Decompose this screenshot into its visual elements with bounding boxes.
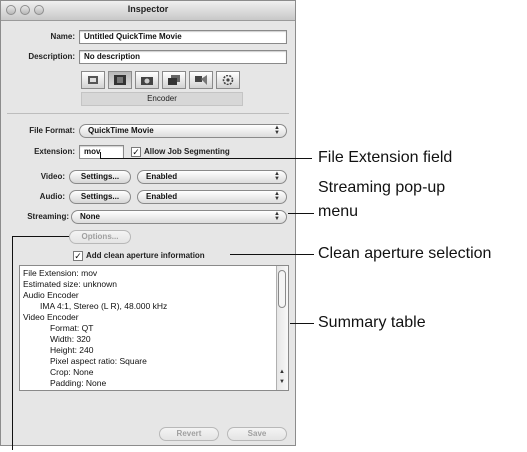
callout-streaming-line1: Streaming pop-up	[318, 179, 446, 196]
file-format-popup[interactable]: QuickTime Movie ▲ ▼	[79, 124, 287, 138]
callout-line-summary	[290, 323, 314, 324]
callout-line-options	[12, 236, 69, 237]
callout-streaming-line2: menu	[318, 203, 359, 220]
callout-line-file-extension	[100, 158, 312, 159]
description-label: Description:	[28, 52, 75, 61]
popup-arrows-icon: ▲ ▼	[274, 171, 280, 182]
revert-button[interactable]: Revert	[159, 427, 219, 441]
summary-line: IMA 4:1, Stereo (L R), 48.000 kHz	[40, 301, 168, 311]
scroll-thumb[interactable]	[278, 270, 286, 308]
film-tab-icon[interactable]	[108, 71, 132, 89]
name-field[interactable]: Untitled QuickTime Movie	[79, 30, 287, 44]
callout-line-options-vertical	[12, 236, 13, 450]
streaming-popup[interactable]: None ▲ ▼	[71, 210, 287, 224]
divider	[7, 113, 289, 114]
audio-state-value: Enabled	[146, 192, 178, 201]
save-button[interactable]: Save	[227, 427, 287, 441]
name-label: Name:	[50, 32, 75, 41]
callout-summary-table: Summary table	[318, 314, 426, 331]
allow-segmenting-checkbox[interactable]: ✓	[131, 147, 141, 157]
gear-tab-icon[interactable]	[216, 71, 240, 89]
summary-table[interactable]: File Extension: mov Estimated size: unkn…	[19, 265, 289, 391]
options-button[interactable]: Options...	[69, 230, 131, 244]
callout-tick-file-extension	[100, 152, 101, 159]
encoder-section-label: Encoder	[81, 92, 243, 106]
callout-file-extension: File Extension field	[318, 149, 453, 166]
scroll-down-icon[interactable]: ▼	[279, 379, 285, 385]
extension-label: Extension:	[34, 147, 75, 156]
general-tab-icon[interactable]	[81, 71, 105, 89]
summary-scrollbar[interactable]: ▲ ▼	[276, 266, 288, 390]
video-state-value: Enabled	[146, 172, 178, 181]
summary-line: Padding: None	[50, 378, 107, 388]
callout-line-clean-aperture	[230, 254, 314, 255]
summary-line: Height: 240	[50, 345, 94, 355]
video-settings-button[interactable]: Settings...	[69, 170, 131, 184]
summary-line: Crop: None	[50, 367, 94, 377]
description-field[interactable]: No description	[79, 50, 287, 64]
title-bar[interactable]: Inspector	[1, 1, 295, 21]
summary-line: Pixel aspect ratio: Square	[50, 356, 147, 366]
summary-line: Width: 320	[50, 334, 91, 344]
camera-tab-icon[interactable]	[135, 71, 159, 89]
callout-line-streaming	[288, 213, 314, 214]
summary-line: File Extension: mov	[23, 268, 98, 278]
extension-field[interactable]: mov	[79, 145, 124, 159]
callout-clean-aperture: Clean aperture selection	[318, 245, 492, 262]
filters-tab-icon[interactable]	[189, 71, 213, 89]
allow-segmenting-label: Allow Job Segmenting	[144, 147, 230, 156]
summary-line: Format: QT	[50, 323, 94, 333]
audio-settings-button[interactable]: Settings...	[69, 190, 131, 204]
video-label: Video:	[40, 172, 65, 181]
popup-arrows-icon: ▲ ▼	[274, 211, 280, 222]
file-format-value: QuickTime Movie	[88, 126, 154, 135]
window-title: Inspector	[127, 4, 169, 14]
inspector-window: Inspector Name: Untitled QuickTime Movie…	[0, 0, 296, 446]
file-format-label: File Format:	[29, 126, 75, 135]
streaming-value: None	[80, 212, 100, 221]
layers-tab-icon[interactable]	[162, 71, 186, 89]
audio-enabled-popup[interactable]: Enabled ▲ ▼	[137, 190, 287, 204]
summary-line: Estimated size: unknown	[23, 279, 118, 289]
video-enabled-popup[interactable]: Enabled ▲ ▼	[137, 170, 287, 184]
popup-arrows-icon: ▲ ▼	[274, 191, 280, 202]
popup-arrows-icon: ▲ ▼	[274, 125, 280, 136]
clean-aperture-label: Add clean aperture information	[86, 251, 205, 260]
streaming-label: Streaming:	[27, 212, 69, 221]
clean-aperture-checkbox[interactable]: ✓	[73, 251, 83, 261]
scroll-up-icon[interactable]: ▲	[279, 369, 285, 375]
summary-line: Audio Encoder	[23, 290, 79, 300]
summary-line: Video Encoder	[23, 312, 79, 322]
audio-label: Audio:	[39, 192, 65, 201]
inspector-tabs	[81, 71, 241, 89]
